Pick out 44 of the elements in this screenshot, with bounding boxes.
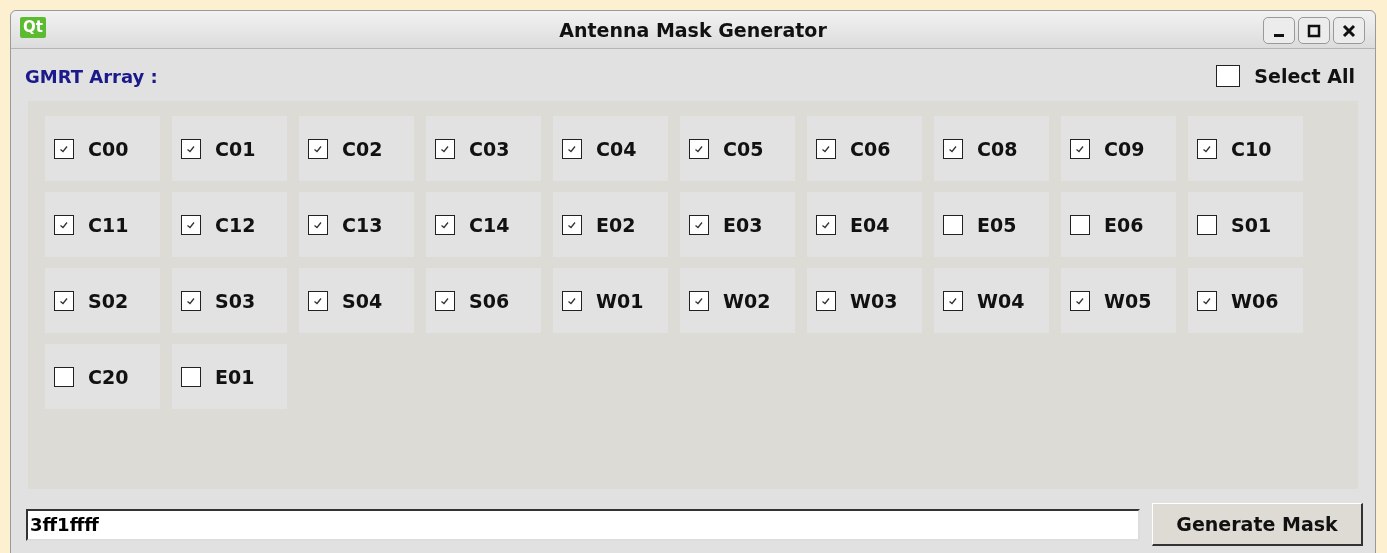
minimize-icon bbox=[1274, 33, 1284, 37]
antenna-checkbox[interactable]: S02 bbox=[45, 268, 160, 333]
close-icon bbox=[1342, 23, 1356, 38]
antenna-checkbox[interactable]: S01 bbox=[1188, 192, 1303, 257]
antenna-checkbox[interactable]: E01 bbox=[172, 344, 287, 409]
antenna-checkbox[interactable]: E05 bbox=[934, 192, 1049, 257]
antenna-checkbox[interactable]: E02 bbox=[553, 192, 668, 257]
antenna-checkbox[interactable]: C01 bbox=[172, 116, 287, 181]
antenna-checkbox[interactable]: E04 bbox=[807, 192, 922, 257]
antenna-checkbox[interactable]: W03 bbox=[807, 268, 922, 333]
antenna-checkbox[interactable]: C09 bbox=[1061, 116, 1176, 181]
antenna-checkbox[interactable]: S06 bbox=[426, 268, 541, 333]
antenna-checkbox[interactable]: C10 bbox=[1188, 116, 1303, 181]
antenna-checkbox[interactable]: C05 bbox=[680, 116, 795, 181]
antenna-checkbox[interactable]: E03 bbox=[680, 192, 795, 257]
antenna-checkbox[interactable]: S03 bbox=[172, 268, 287, 333]
antenna-checkbox[interactable]: C12 bbox=[172, 192, 287, 257]
antenna-checkbox[interactable]: C08 bbox=[934, 116, 1049, 181]
antenna-checkbox[interactable]: C00 bbox=[45, 116, 160, 181]
array-label: GMRT Array : bbox=[25, 65, 158, 87]
antenna-checkbox[interactable]: C20 bbox=[45, 344, 160, 409]
antenna-checkbox[interactable]: C03 bbox=[426, 116, 541, 181]
antenna-checkbox[interactable]: C14 bbox=[426, 192, 541, 257]
app-logo: Qt bbox=[20, 17, 46, 38]
antenna-checkbox[interactable]: W01 bbox=[553, 268, 668, 333]
select-all-checkbox[interactable]: Select All bbox=[1216, 65, 1355, 87]
minimize-button[interactable] bbox=[1263, 17, 1295, 44]
maximize-button[interactable] bbox=[1298, 17, 1330, 44]
antenna-checkbox[interactable]: C02 bbox=[299, 116, 414, 181]
antenna-checkbox[interactable]: E06 bbox=[1061, 192, 1176, 257]
close-button[interactable] bbox=[1333, 17, 1365, 44]
window-title: Antenna Mask Generator bbox=[559, 18, 827, 41]
antenna-checkbox[interactable]: S04 bbox=[299, 268, 414, 333]
maximize-icon bbox=[1307, 23, 1321, 38]
antenna-checkbox[interactable]: C06 bbox=[807, 116, 922, 181]
generate-mask-button[interactable]: Generate Mask bbox=[1152, 503, 1363, 546]
antenna-checkbox[interactable]: C04 bbox=[553, 116, 668, 181]
mask-field[interactable]: 3ff1ffff bbox=[26, 508, 1140, 541]
antenna-checkbox[interactable]: W05 bbox=[1061, 268, 1176, 333]
antenna-checkbox[interactable]: W04 bbox=[934, 268, 1049, 333]
antenna-checkbox[interactable]: C11 bbox=[45, 192, 160, 257]
antenna-checkbox[interactable]: C13 bbox=[299, 192, 414, 257]
antenna-checkbox[interactable]: W02 bbox=[680, 268, 795, 333]
antenna-checkbox[interactable]: W06 bbox=[1188, 268, 1303, 333]
